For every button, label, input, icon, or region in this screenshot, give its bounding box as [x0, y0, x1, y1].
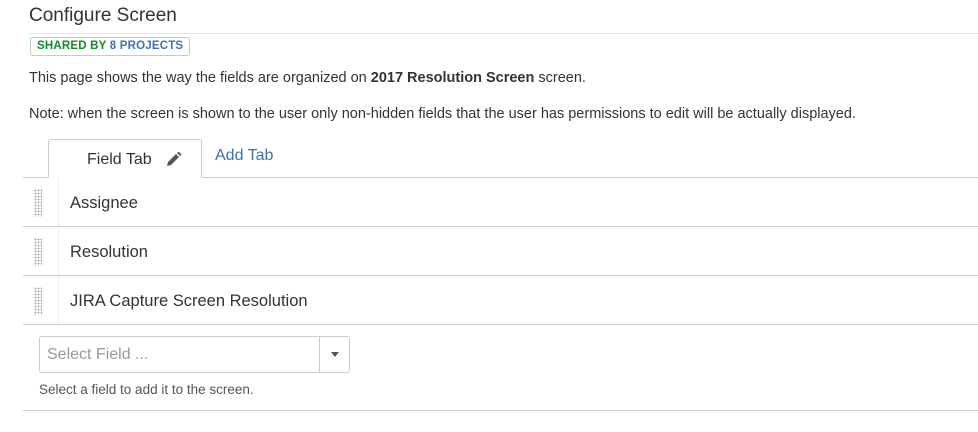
drag-handle-icon[interactable]: [34, 189, 42, 217]
edit-pencil-icon[interactable]: [165, 152, 183, 168]
field-row-jira-capture[interactable]: JIRA Capture Screen Resolution: [23, 277, 978, 325]
bottom-divider: [23, 410, 978, 411]
select-field-dropdown[interactable]: Select Field ...: [39, 336, 350, 373]
drag-handle-icon[interactable]: [34, 287, 42, 315]
description-before: This page shows the way the fields are o…: [29, 70, 371, 86]
page-title: Configure Screen: [29, 5, 177, 26]
handle-separator: [58, 277, 59, 324]
field-row-resolution[interactable]: Resolution: [23, 228, 978, 276]
add-tab-link[interactable]: Add Tab: [215, 147, 273, 165]
shared-by-badge[interactable]: SHARED BY 8 PROJECTS: [30, 37, 191, 56]
tab-label: Field Tab: [87, 151, 152, 168]
field-label: JIRA Capture Screen Resolution: [70, 292, 308, 310]
shared-badge-prefix: SHARED BY: [37, 40, 110, 52]
description-after: screen.: [534, 70, 586, 86]
chevron-down-icon[interactable]: [331, 352, 339, 357]
handle-separator: [58, 228, 59, 275]
field-label: Assignee: [70, 194, 138, 212]
screen-note: Note: when the screen is shown to the us…: [29, 106, 856, 122]
drag-handle-icon[interactable]: [34, 238, 42, 266]
shared-projects-link[interactable]: 8 PROJECTS: [110, 40, 184, 52]
title-divider: [29, 33, 978, 34]
select-field-helper: Select a field to add it to the screen.: [39, 382, 254, 397]
tab-field-tab[interactable]: Field Tab: [48, 139, 202, 178]
screen-description: This page shows the way the fields are o…: [29, 70, 586, 86]
screen-name: 2017 Resolution Screen: [370, 70, 535, 86]
select-field-placeholder: Select Field ...: [47, 346, 149, 363]
field-row-assignee[interactable]: Assignee: [23, 179, 978, 227]
handle-separator: [58, 179, 59, 226]
field-label: Resolution: [70, 243, 148, 261]
dropdown-divider: [319, 337, 320, 372]
